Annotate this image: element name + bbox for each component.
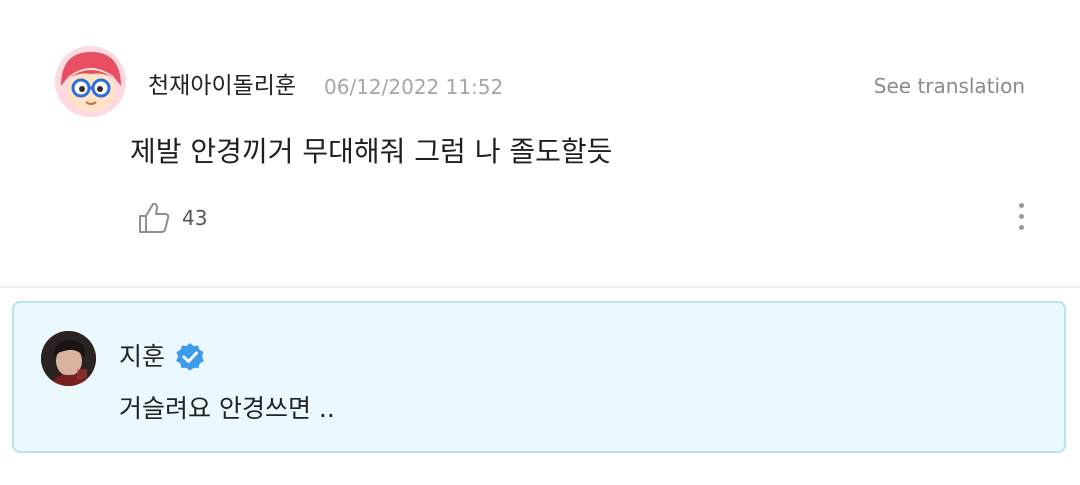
comment-item: 천재아이돌리훈 06/12/2022 11:52 See translation… [0, 0, 1080, 286]
artist-avatar[interactable] [41, 331, 96, 386]
thumbs-up-icon [139, 202, 170, 233]
divider [0, 286, 1080, 288]
like-button[interactable] [136, 200, 172, 236]
more-vertical-icon[interactable] [1011, 200, 1031, 236]
verified-check-icon [176, 343, 204, 371]
artist-reply-card: 지훈 거슬려요 안경쓰면 .. [12, 301, 1066, 453]
comment-timestamp: 06/12/2022 11:52 [324, 75, 504, 99]
artist-reply-text: 거슬려요 안경쓰면 .. [119, 394, 335, 423]
like-count: 43 [182, 206, 208, 230]
commenter-avatar[interactable] [55, 46, 126, 117]
commenter-username[interactable]: 천재아이돌리훈 [148, 70, 296, 102]
artist-name[interactable]: 지훈 [119, 340, 165, 374]
see-translation-link[interactable]: See translation [874, 72, 1025, 100]
comment-text: 제발 안경끼거 무대해줘 그럼 나 졸도할듯 [130, 135, 613, 168]
